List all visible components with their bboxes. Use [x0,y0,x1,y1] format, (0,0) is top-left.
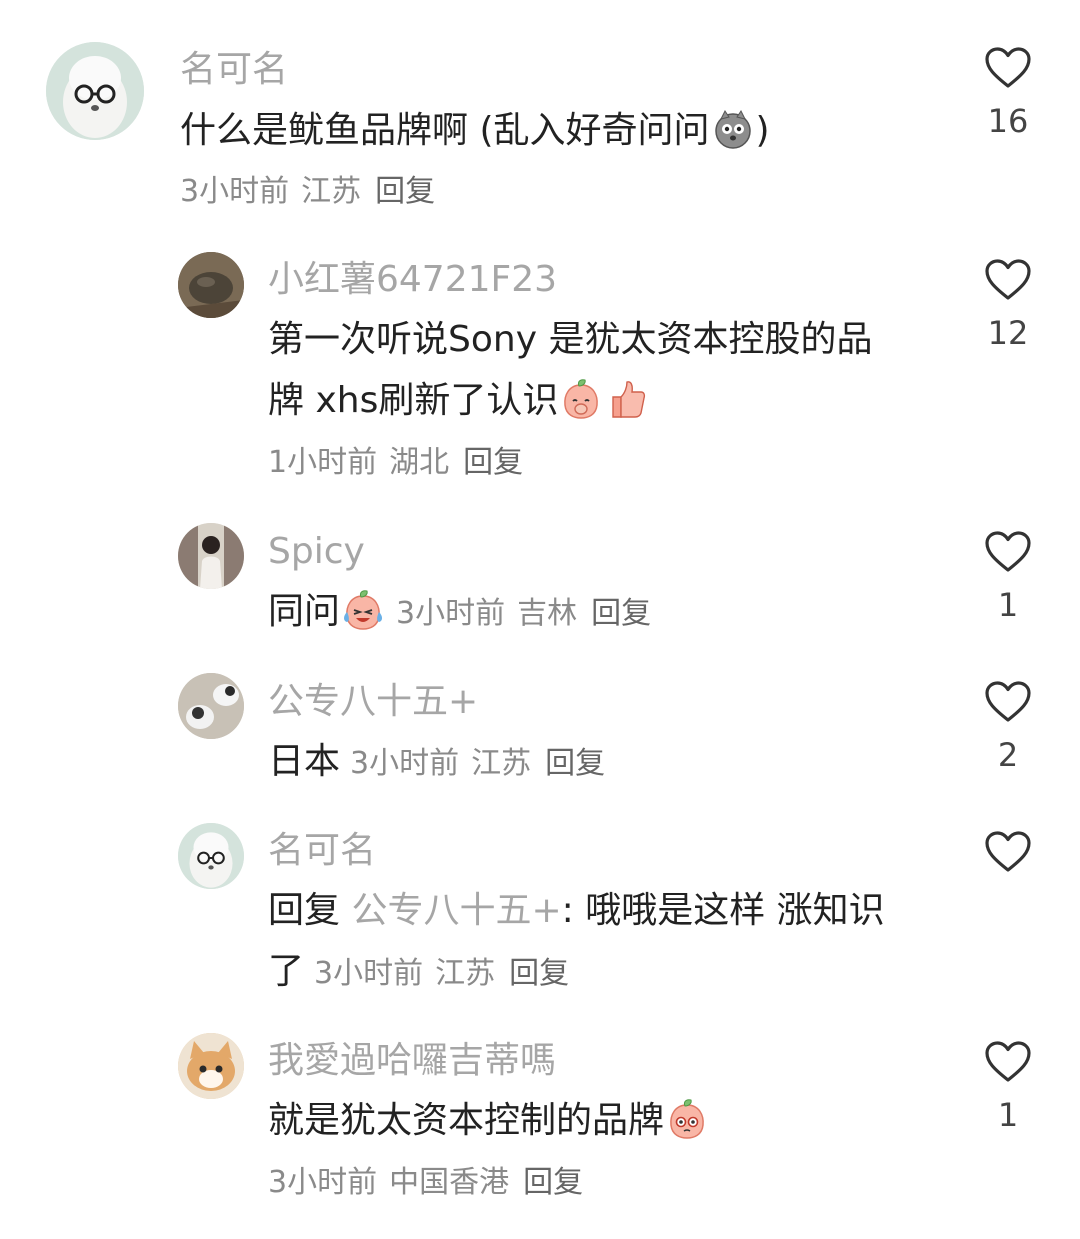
sheep-with-glasses-avatar-icon [178,823,244,889]
comment-time: 1小时前 [268,445,378,480]
mention-username[interactable]: 公专八十五+ [351,890,561,931]
comment-text: 了 3小时前 江苏 回复 [268,951,570,992]
reply-button[interactable]: 回复 [523,1165,583,1200]
rock-avatar[interactable] [178,252,244,318]
thumbs-up-emoji-icon [612,381,646,418]
like-button[interactable]: 1 [963,1040,1053,1134]
reply-button[interactable]: 回复 [509,956,569,991]
comment-location: 湖北 [389,445,450,480]
reply-button[interactable]: 回复 [591,596,651,631]
cat-avatar[interactable] [178,673,244,739]
rock-photo-avatar-icon [178,252,244,318]
reply-button[interactable]: 回复 [375,174,435,209]
cat-photo-avatar-icon [178,673,244,739]
like-button[interactable]: 1 [963,530,1053,624]
heart-outline-icon [985,681,1031,722]
like-count: 1 [997,1096,1019,1134]
like-button[interactable]: 2 [963,680,1053,774]
kitten-photo-avatar-icon [178,1033,244,1099]
heart-outline-icon [985,531,1031,572]
reply-button[interactable]: 回复 [545,746,605,781]
comment-time: 3小时前 [350,746,460,781]
comment-location: 江苏 [301,174,362,209]
heart-outline-icon [985,259,1031,300]
comment-username[interactable]: 我愛過哈囉吉蒂嗎 [268,1043,556,1079]
comment-text: 回复 公专八十五+: 哦哦是这样 涨知识 [268,890,885,931]
comment-username[interactable]: 名可名 [268,833,376,869]
sheep-avatar[interactable] [178,823,244,889]
comment-text: 就是犹太资本控制的品牌 [268,1103,710,1141]
like-button[interactable]: 12 [963,258,1053,352]
heart-outline-icon [985,1041,1031,1082]
comment-location: 江苏 [471,746,532,781]
like-count: 1 [997,586,1019,624]
comment-time: 3小时前 [180,174,290,209]
sheep-avatar[interactable] [46,42,144,140]
comment-text: 牌 xhs刷新了认识 [268,383,650,421]
comment-text: 第一次听说Sony 是犹太资本控股的品 [268,319,873,360]
staring-peach-emoji-icon [665,1097,709,1141]
comment-text: 什么是鱿鱼品牌啊 (乱入好奇问问 ) [180,110,770,151]
reply-button[interactable]: 回复 [463,445,523,480]
comment-location: 中国香港 [389,1165,510,1200]
comment-location: 吉林 [517,596,578,631]
comment-username[interactable]: 名可名 [180,52,288,88]
comment-text: 日本 3小时前 江苏 回复 [268,741,606,782]
like-count: 12 [987,314,1029,352]
like-button[interactable] [963,830,1053,886]
comment-meta: 3小时前 江苏 回复 [180,177,435,207]
comment-time: 3小时前 [314,956,424,991]
heart-outline-icon [985,831,1031,872]
cat-face-emoji-icon [714,110,751,149]
like-count: 16 [987,102,1029,140]
comment-username[interactable]: Spicy [268,534,365,570]
girl-photo-avatar-icon [178,523,244,589]
laugh-cry-peach-emoji-icon [344,588,383,632]
like-button[interactable]: 16 [963,46,1053,140]
comment-location: 江苏 [435,956,496,991]
comment-meta: 3小时前 中国香港 回复 [268,1168,583,1198]
sheep-with-glasses-avatar-icon [46,42,144,140]
girl-avatar[interactable] [178,523,244,589]
heart-outline-icon [985,47,1031,88]
like-count: 2 [997,736,1019,774]
kitten-avatar[interactable] [178,1033,244,1099]
comment-username[interactable]: 小红薯64721F23 [268,262,557,298]
shy-peach-emoji-icon [559,377,603,421]
comment-username[interactable]: 公专八十五+ [268,684,478,720]
comment-time: 3小时前 [396,596,506,631]
reply-prefix: 回复 [268,890,341,931]
comment-time: 3小时前 [268,1165,378,1200]
comment-meta: 1小时前 湖北 回复 [268,448,523,478]
comment-text: 同问 3小时前 吉林 回复 [268,594,651,632]
